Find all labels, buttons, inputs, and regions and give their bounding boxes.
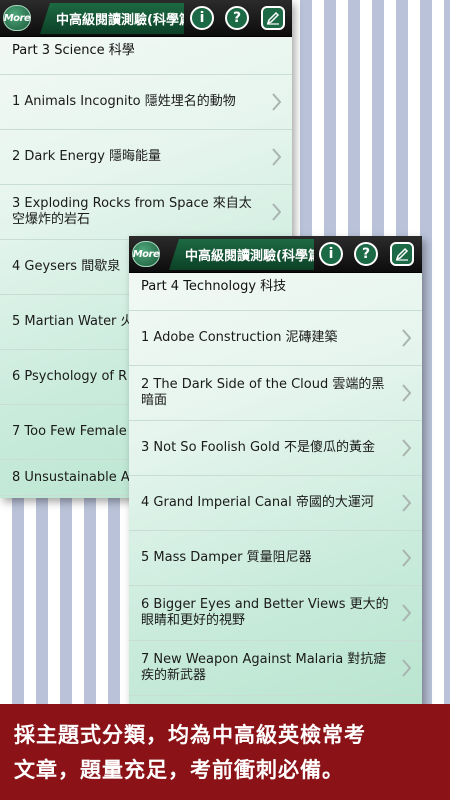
info-icon[interactable]: i [190,6,214,30]
list-item[interactable]: 1 Adobe Construction 泥磚建築 [129,311,422,366]
list-item[interactable]: 6 Bigger Eyes and Better Views 更大的眼睛和更好的… [129,586,422,641]
chevron-right-icon [272,148,281,166]
chevron-right-icon [402,604,411,622]
list-item-label: 1 Adobe Construction 泥磚建築 [141,330,338,345]
edit-icon[interactable] [261,6,285,30]
list-item[interactable]: 4 Grand Imperial Canal 帝國的大運河 [129,476,422,531]
part-header: Part 3 Science 科學 [0,37,292,75]
help-icon[interactable]: ? [354,242,378,266]
list-item[interactable]: 3 Exploding Rocks from Space 來自太空爆炸的岩石 [0,185,292,240]
list-item[interactable]: 5 Mass Damper 質量阻尼器 [129,531,422,586]
app-title: 中高級閱讀測驗(科學篇) [169,239,314,270]
list-item[interactable]: 7 New Weapon Against Malaria 對抗瘧疾的新武器 [129,641,422,696]
chevron-right-icon [272,203,281,221]
part-header: Part 4 Technology 科技 [129,273,422,311]
list-item-label: 7 Too Few Female [12,424,127,439]
list-item[interactable]: 2 Dark Energy 隱晦能量 [0,130,292,185]
app-screen-technology: More 中高級閱讀測驗(科學篇) i ? Part 4 Technology … [129,236,422,716]
chevron-right-icon [402,659,411,677]
list-item-label: 5 Mass Damper 質量阻尼器 [141,550,312,565]
list-item[interactable]: 3 Not So Foolish Gold 不是傻瓜的黃金 [129,421,422,476]
more-button[interactable]: More [132,241,160,267]
list-item-label: 7 New Weapon Against Malaria 對抗瘧疾的新武器 [141,652,387,683]
list-item[interactable]: 2 The Dark Side of the Cloud 雲端的黑暗面 [129,366,422,421]
promo-banner: 採主題式分類，均為中高級英檢常考 文章，題量充足，考前衝刺必備。 [0,704,450,800]
chevron-right-icon [402,384,411,402]
list-item-label: 5 Martian Water 火 [12,314,134,329]
more-button[interactable]: More [3,5,31,31]
list-item-label: 4 Grand Imperial Canal 帝國的大運河 [141,495,374,510]
app-title: 中高級閱讀測驗(科學篇) [40,3,184,34]
list-item-label: 6 Bigger Eyes and Better Views 更大的眼睛和更好的… [141,597,389,628]
part-header-label: Part 4 Technology 科技 [141,279,287,294]
help-icon[interactable]: ? [225,6,249,30]
chevron-right-icon [402,329,411,347]
list-item-label: 2 The Dark Side of the Cloud 雲端的黑暗面 [141,377,385,408]
list-item-label: 1 Animals Incognito 隱姓埋名的動物 [12,94,236,109]
promo-line-2: 文章，題量充足，考前衝刺必備。 [14,758,344,782]
chevron-right-icon [272,93,281,111]
top-bar: More 中高級閱讀測驗(科學篇) i ? [129,236,422,273]
info-icon[interactable]: i [319,242,343,266]
list-item-label: 2 Dark Energy 隱晦能量 [12,149,162,164]
list-item-label: 3 Exploding Rocks from Space 來自太空爆炸的岩石 [12,196,252,227]
top-bar: More 中高級閱讀測驗(科學篇) i ? [0,0,292,37]
chapter-list: Part 4 Technology 科技 1 Adobe Constructio… [129,273,422,696]
list-item-label: 4 Geysers 間歇泉 [12,259,121,274]
edit-icon[interactable] [390,242,414,266]
list-item-label: 8 Unsustainable A [12,470,130,485]
part-header-label: Part 3 Science 科學 [12,43,135,58]
list-item-label: 3 Not So Foolish Gold 不是傻瓜的黃金 [141,440,375,455]
chevron-right-icon [402,549,411,567]
list-item-label: 6 Psychology of R [12,369,128,384]
promo-line-1: 採主題式分類，均為中高級英檢常考 [14,723,366,747]
list-item[interactable]: 1 Animals Incognito 隱姓埋名的動物 [0,75,292,130]
chevron-right-icon [402,439,411,457]
chevron-right-icon [402,494,411,512]
